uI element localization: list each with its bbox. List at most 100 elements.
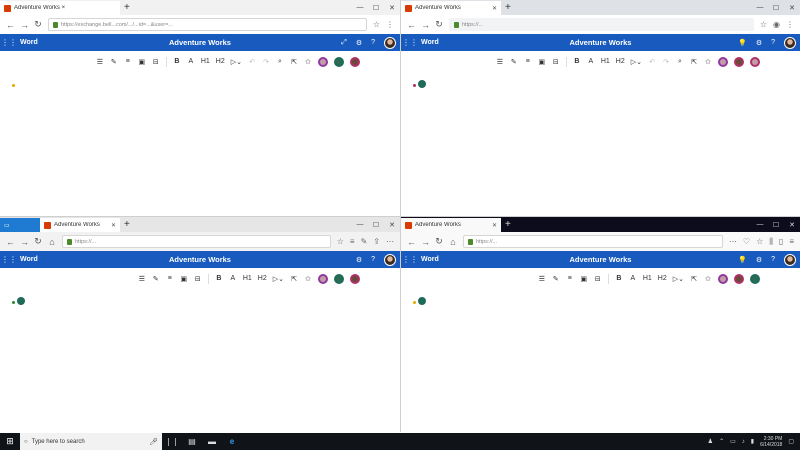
table-icon[interactable]: ⊟	[194, 275, 202, 283]
user-avatar[interactable]	[784, 36, 796, 49]
image-icon[interactable]: ▣	[580, 275, 588, 283]
list-icon[interactable]: ☰	[496, 58, 504, 66]
format-painter-icon[interactable]: ✎	[110, 58, 118, 66]
new-tab-button[interactable]: +	[120, 1, 134, 15]
back-icon[interactable]: ←	[407, 20, 416, 30]
bold-button[interactable]: B	[615, 275, 623, 282]
url-input[interactable]: https://...	[62, 235, 331, 248]
refresh-icon[interactable]: ↻	[34, 236, 42, 247]
help-icon[interactable]: ?	[771, 256, 775, 263]
bold-button[interactable]: B	[573, 58, 581, 65]
app-name[interactable]: Word	[421, 39, 439, 46]
tab-close-icon[interactable]: ✕	[111, 222, 116, 229]
tab-inprivate[interactable]: ▭	[0, 218, 40, 232]
url-input[interactable]: https://...	[463, 235, 723, 248]
coauthor-avatar[interactable]	[734, 56, 744, 67]
refresh-icon[interactable]: ↻	[34, 19, 42, 30]
list-icon[interactable]: ☰	[138, 275, 146, 283]
chevron-up-icon[interactable]: ⌃	[719, 438, 724, 445]
heading2-button[interactable]: H2	[216, 58, 225, 65]
tab-adventure-works[interactable]: Adventure Works ×	[0, 1, 120, 15]
document-title[interactable]: Adventure Works	[570, 38, 632, 47]
forward-icon[interactable]: →	[20, 237, 29, 247]
image-icon[interactable]: ▣	[180, 275, 188, 283]
comment-icon[interactable]: ✿	[704, 58, 712, 66]
accessibility-icon[interactable]: ⇱	[690, 58, 698, 66]
url-input[interactable]: https://...	[449, 18, 754, 31]
minimize-icon[interactable]: —	[752, 4, 768, 11]
settings-icon[interactable]: ⚙	[356, 256, 362, 264]
tab-close-icon[interactable]: ✕	[492, 222, 497, 229]
bold-button[interactable]: B	[215, 275, 223, 282]
font-color-button[interactable]: A	[229, 275, 237, 282]
share-icon[interactable]: ⤢	[341, 39, 347, 47]
table-icon[interactable]: ⊟	[552, 58, 560, 66]
forward-icon[interactable]: →	[421, 20, 430, 30]
close-icon[interactable]: ✕	[784, 221, 800, 229]
people-icon[interactable]: ♟	[708, 438, 713, 445]
refresh-icon[interactable]: ↻	[435, 19, 443, 30]
font-color-button[interactable]: A	[187, 58, 195, 65]
menu-icon[interactable]: ⋮	[786, 20, 794, 29]
user-avatar[interactable]	[384, 253, 396, 266]
terminal-icon[interactable]: ▬	[202, 437, 222, 446]
forward-icon[interactable]: →	[20, 20, 29, 30]
document-canvas[interactable]	[401, 72, 800, 212]
app-launcher-icon[interactable]: ⋮⋮	[401, 255, 419, 264]
table-icon[interactable]: ⊟	[152, 58, 160, 66]
share-icon[interactable]: ⇪	[373, 237, 380, 246]
back-icon[interactable]: ←	[6, 20, 15, 30]
maximize-icon[interactable]: ☐	[768, 4, 784, 12]
image-icon[interactable]: ▣	[538, 58, 546, 66]
menu-icon[interactable]: ⋮	[386, 20, 394, 29]
menu-dots-icon[interactable]: ⋯	[729, 237, 737, 246]
minimize-icon[interactable]: —	[752, 221, 768, 228]
styles-dropdown[interactable]: ▷⌄	[673, 275, 684, 283]
tab-close-icon[interactable]: ✕	[492, 5, 497, 12]
comment-icon[interactable]: ✿	[704, 275, 712, 283]
sidebar-icon[interactable]: ▯	[779, 237, 783, 246]
bullets-icon[interactable]: ≡	[524, 58, 532, 65]
heading2-button[interactable]: H2	[658, 275, 667, 282]
star-icon[interactable]: ☆	[760, 20, 767, 29]
coauthor-avatar[interactable]	[350, 56, 360, 67]
tab-adventure-works[interactable]: Adventure Works ✕	[401, 218, 501, 232]
home-icon[interactable]: ⌂	[449, 237, 457, 247]
coauthor-avatar[interactable]	[318, 56, 328, 67]
network-icon[interactable]: ▭	[730, 438, 736, 445]
app-launcher-icon[interactable]: ⋮⋮	[0, 255, 18, 264]
notifications-icon[interactable]: ▢	[788, 438, 794, 445]
bold-button[interactable]: B	[173, 58, 181, 65]
clock[interactable]: 2:30 PM 6/14/2018	[760, 436, 782, 448]
app-name[interactable]: Word	[20, 256, 38, 263]
app-name[interactable]: Word	[20, 39, 38, 46]
minimize-icon[interactable]: —	[352, 4, 368, 11]
undo-icon[interactable]: ↶	[248, 58, 256, 66]
refresh-icon[interactable]: ↻	[435, 236, 443, 247]
star-icon[interactable]: ☆	[756, 237, 763, 246]
format-painter-icon[interactable]: ✎	[552, 275, 560, 283]
tab-adventure-works[interactable]: Adventure Works ✕	[40, 218, 120, 232]
accessibility-icon[interactable]: ⇱	[690, 275, 698, 283]
app-name[interactable]: Word	[421, 256, 439, 263]
volume-icon[interactable]: ♪	[742, 439, 745, 445]
font-color-button[interactable]: A	[587, 58, 595, 65]
favorite-icon[interactable]: ☆	[337, 237, 344, 246]
user-avatar[interactable]	[384, 36, 396, 49]
maximize-icon[interactable]: ☐	[768, 221, 784, 229]
user-avatar[interactable]	[784, 253, 796, 266]
settings-icon[interactable]: ⚙	[756, 256, 762, 264]
redo-icon[interactable]: ↷	[662, 58, 670, 66]
close-icon[interactable]: ✕	[384, 4, 400, 12]
menu-icon[interactable]: ≡	[789, 237, 794, 246]
search-icon[interactable]: ⌕	[676, 58, 684, 66]
bullets-icon[interactable]: ≡	[124, 58, 132, 65]
maximize-icon[interactable]: ☐	[368, 4, 384, 12]
taskbar-search-box[interactable]: ○ Type here to search 🎤︎	[20, 433, 162, 450]
tab-adventure-works[interactable]: Adventure Works ✕	[401, 1, 501, 15]
heading1-button[interactable]: H1	[643, 275, 652, 282]
heading1-button[interactable]: H1	[243, 275, 252, 282]
profile-icon[interactable]: ◉	[773, 20, 780, 29]
document-canvas[interactable]	[0, 72, 400, 212]
heading2-button[interactable]: H2	[616, 58, 625, 65]
